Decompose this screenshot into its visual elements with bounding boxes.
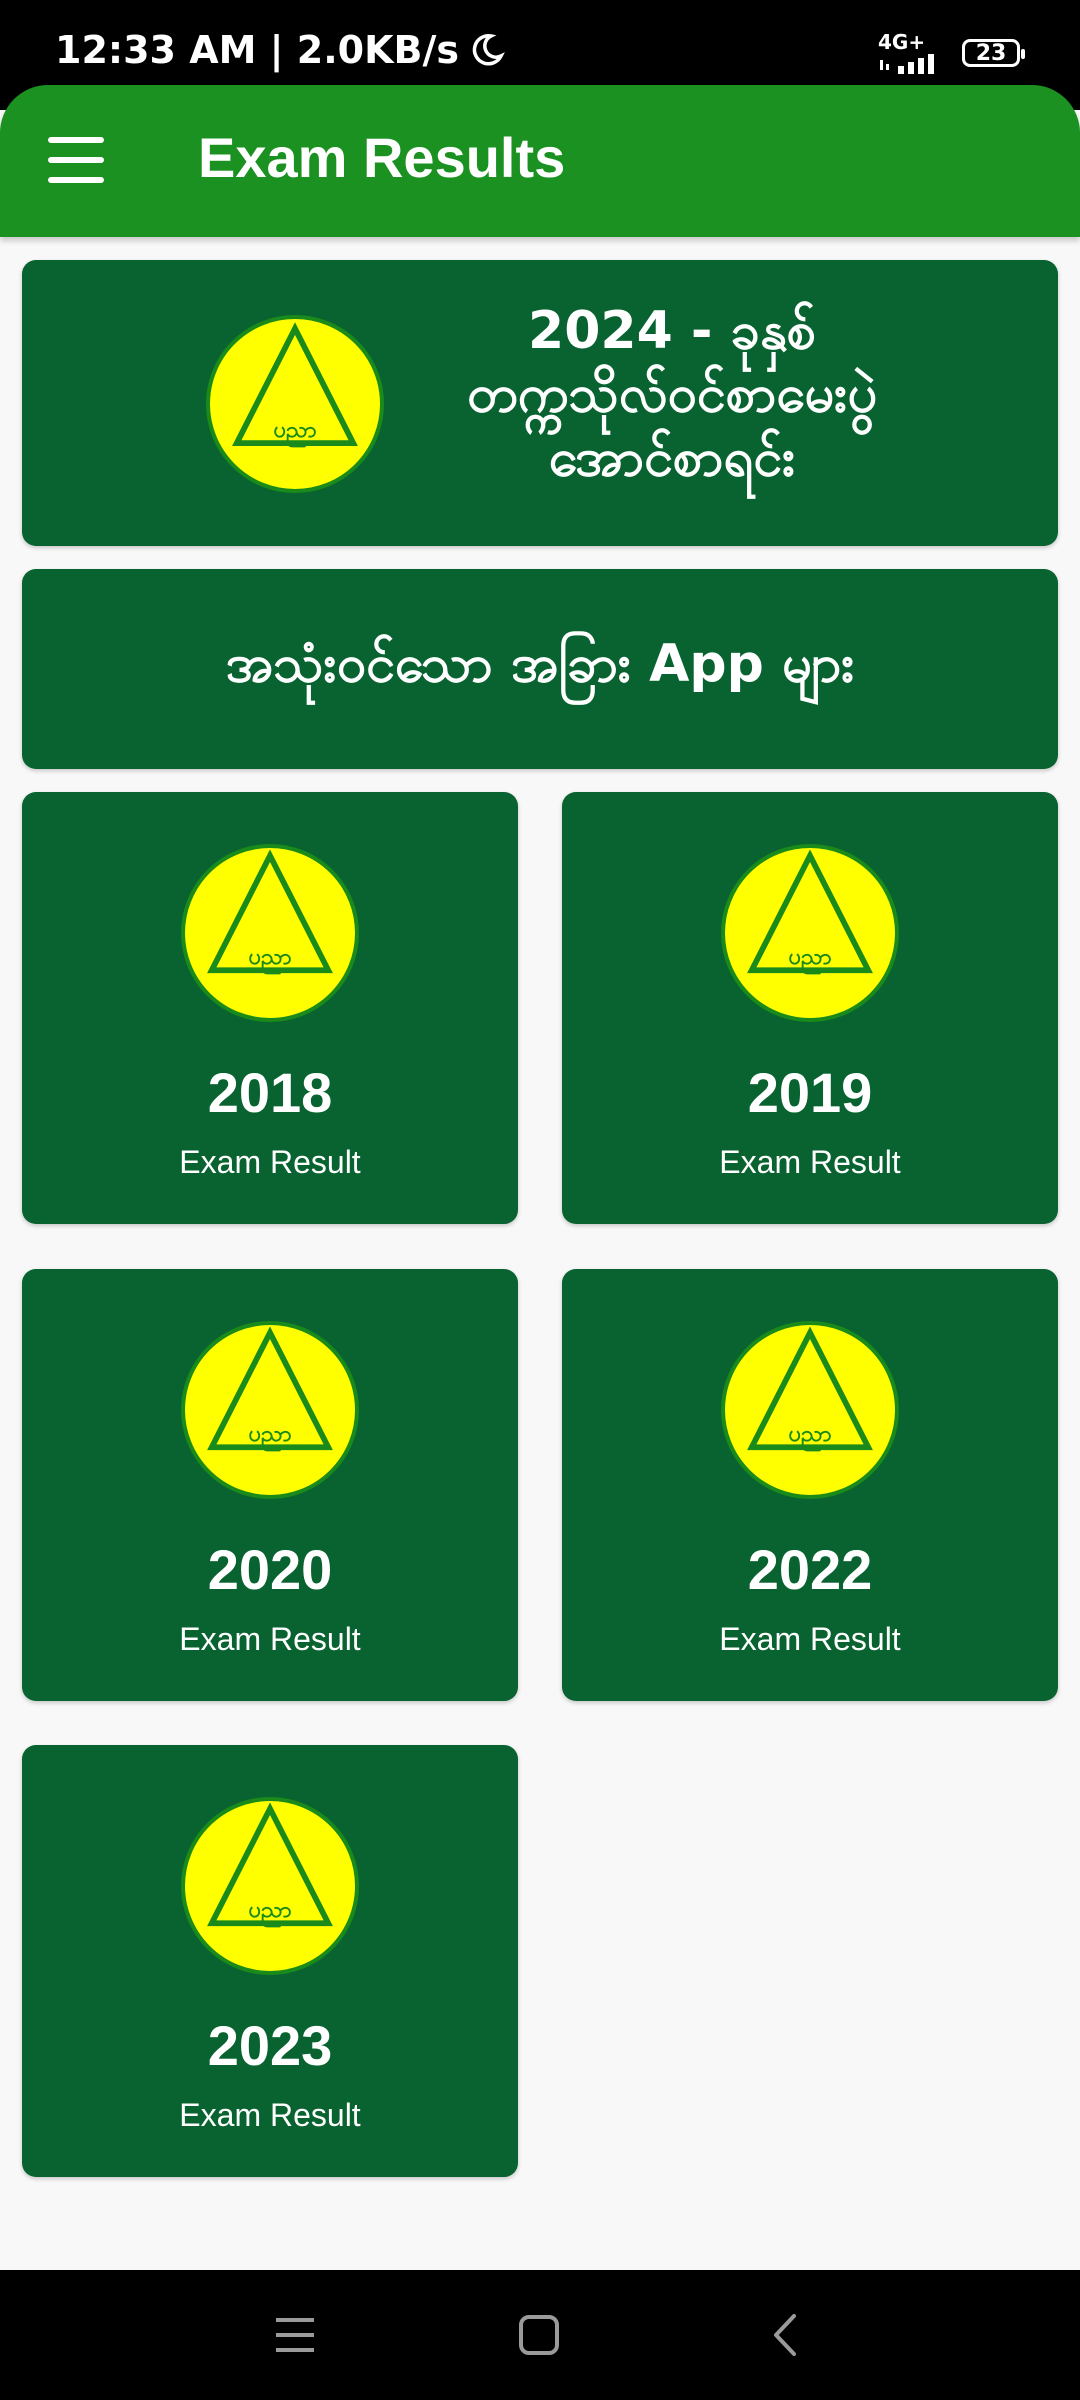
page-title: Exam Results (198, 126, 566, 189)
logo-text: ပညာ (248, 945, 292, 970)
result-label: Exam Result (179, 2097, 361, 2133)
banner-line: အောင်စာရင်း (548, 427, 796, 488)
banner-card-2024[interactable]: ပညာ 2024 - ခုနှစ် တက္ကသိုလ်ဝင်စာမေးပွဲ အ… (22, 260, 1058, 546)
status-time-speed: 12:33 AM | 2.0KB/s (55, 28, 459, 72)
result-year: 2018 (207, 1061, 333, 1124)
result-card-2022[interactable]: ပညာ 2022 Exam Result (562, 1269, 1058, 1701)
other-apps-button[interactable]: အသုံးဝင်သော အခြား App များ (22, 569, 1058, 769)
logo-text: ပညာ (248, 1422, 292, 1447)
navigation-bar (0, 2270, 1080, 2400)
banner-line: 2024 - ခုနှစ် (528, 301, 816, 361)
result-card-2018[interactable]: ပညာ 2018 Exam Result (22, 792, 518, 1224)
home-icon[interactable] (516, 2312, 562, 2358)
recents-icon[interactable] (272, 2312, 318, 2358)
result-card-2020[interactable]: ပညာ 2020 Exam Result (22, 1269, 518, 1701)
result-label: Exam Result (179, 1621, 361, 1657)
moon-icon (472, 34, 505, 66)
status-left: 12:33 AM | 2.0KB/s (55, 28, 505, 72)
result-year: 2023 (207, 2014, 333, 2077)
result-year: 2022 (747, 1538, 873, 1601)
padna-logo: ပညာ (206, 315, 384, 493)
padna-logo: ပညာ (181, 1321, 359, 1499)
battery-level: 23 (975, 40, 1007, 66)
padna-logo: ပညာ (721, 844, 899, 1022)
result-card-2019[interactable]: ပညာ 2019 Exam Result (562, 792, 1058, 1224)
result-label: Exam Result (179, 1144, 361, 1180)
network-type: 4G+ (878, 30, 926, 54)
app-bar: Exam Results (0, 85, 1080, 237)
padna-logo: ပညာ (721, 1321, 899, 1499)
signal-icon (880, 54, 934, 74)
hamburger-menu-icon[interactable] (48, 137, 104, 183)
back-icon[interactable] (764, 2312, 810, 2358)
result-label: Exam Result (719, 1144, 901, 1180)
status-right: 4G+ 23 (878, 30, 1025, 74)
result-year: 2019 (747, 1061, 873, 1124)
padna-logo: ပညာ (181, 1797, 359, 1975)
logo-text: ပညာ (273, 418, 317, 443)
logo-text: ပညာ (788, 1422, 832, 1447)
padna-logo: ပညာ (181, 844, 359, 1022)
banner-line: တက္ကသိုလ်ဝင်စာမေးပွဲ (466, 364, 877, 425)
other-apps-label: အသုံးဝင်သော အခြား App များ (225, 634, 855, 694)
banner-title: 2024 - ခုနှစ် တက္ကသိုလ်ဝင်စာမေးပွဲ အောင်… (402, 300, 942, 490)
logo-text: ပညာ (248, 1898, 292, 1923)
result-card-2023[interactable]: ပညာ 2023 Exam Result (22, 1745, 518, 2177)
battery-icon: 23 (962, 39, 1025, 67)
logo-text: ပညာ (788, 945, 832, 970)
result-year: 2020 (207, 1538, 333, 1601)
result-label: Exam Result (719, 1621, 901, 1657)
